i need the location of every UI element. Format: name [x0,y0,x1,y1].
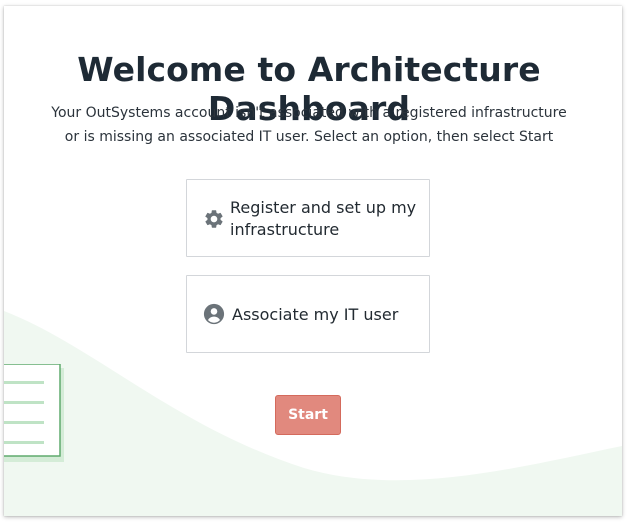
option-associate-label: Associate my IT user [232,305,399,324]
page-subtitle: Your OutSystems account isn't associated… [44,101,574,149]
page: Welcome to Architecture Dashboard Your O… [0,0,636,528]
option-associate-it-user[interactable]: Associate my IT user [186,275,430,353]
gear-icon [205,210,223,228]
option-register-label: Register and set up my infrastructure [230,198,417,239]
start-button[interactable]: Start [275,395,341,435]
subtitle-line-2: or is missing an associated IT user. Sel… [64,129,554,145]
document-illustration [4,364,64,462]
welcome-card: Welcome to Architecture Dashboard Your O… [4,6,622,516]
subtitle-line-1: Your OutSystems account isn't associated… [51,105,567,121]
user-circle-icon [203,303,225,325]
option-register-infrastructure[interactable]: Register and set up my infrastructure [186,179,430,257]
